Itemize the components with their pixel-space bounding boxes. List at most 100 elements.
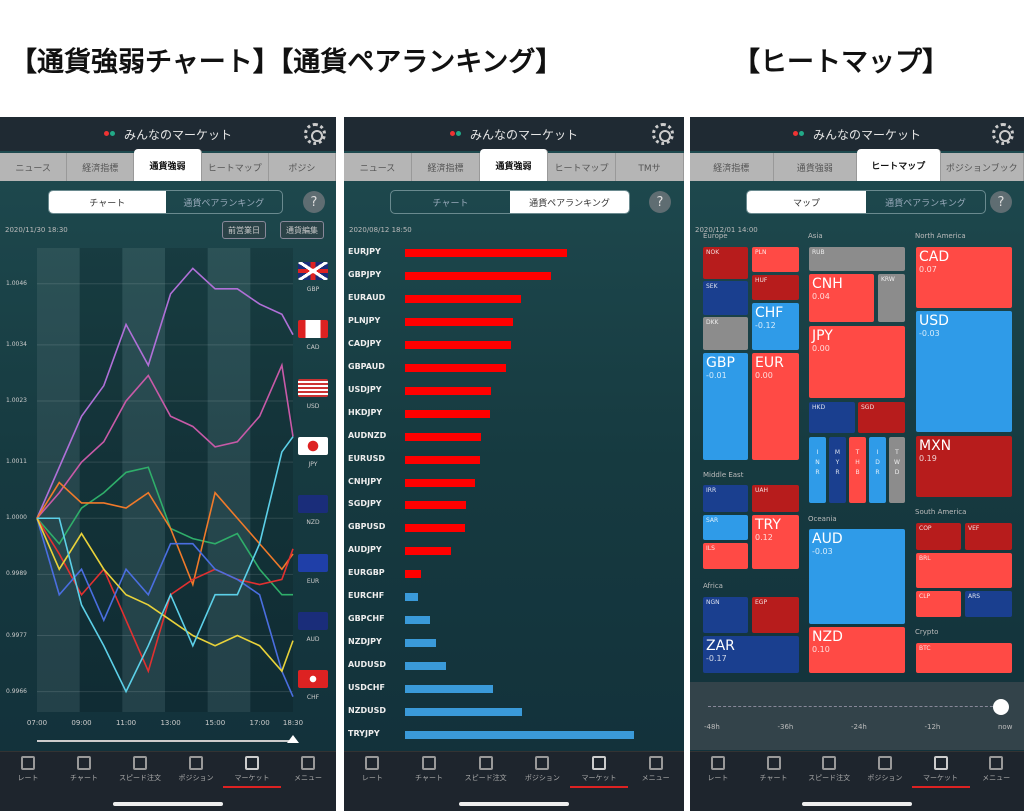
tab-4[interactable]: TMサ	[616, 153, 684, 181]
tab-2[interactable]: ヒートマップ	[857, 149, 941, 181]
market-icon	[592, 756, 606, 770]
nav-position[interactable]: ポジション	[171, 756, 221, 783]
heatmap-tile-ars[interactable]: ARS	[965, 591, 1012, 617]
gear-icon[interactable]	[992, 123, 1014, 145]
nav-market[interactable]: マーケット	[911, 756, 970, 788]
heatmap-tile-krw[interactable]: KRW	[878, 274, 905, 322]
tab-3[interactable]: ヒートマップ	[202, 153, 269, 181]
nav-market[interactable]: マーケット	[570, 756, 628, 788]
nav-chart[interactable]: チャート	[404, 756, 454, 783]
heatmap-tile-usd[interactable]: USD -0.03	[916, 311, 1012, 432]
heatmap-tile-btc[interactable]: BTC	[916, 643, 1012, 673]
heatmap-tile-nzd[interactable]: NZD 0.10	[809, 627, 905, 673]
pair-label: EURJPY	[348, 247, 381, 256]
tab-4[interactable]: ポジシ	[269, 153, 336, 181]
tab-3[interactable]: ヒートマップ	[548, 153, 616, 181]
nav-position[interactable]: ポジション	[860, 756, 910, 783]
gear-icon[interactable]	[304, 123, 326, 145]
segment-1[interactable]: 通貨ペアランキング	[166, 191, 283, 213]
heatmap-tile-pln[interactable]: PLN	[752, 247, 799, 272]
help-question-icon[interactable]: ?	[990, 191, 1012, 213]
heatmap-tile-ils[interactable]: ILS	[703, 543, 748, 569]
heatmap-tile-hkd[interactable]: HKD	[809, 402, 855, 433]
tab-3[interactable]: ポジションブック	[941, 153, 1024, 181]
heatmap-tile-zar[interactable]: ZAR -0.17	[703, 636, 799, 673]
heatmap-tile-huf[interactable]: HUF	[752, 275, 799, 300]
nav-rate[interactable]: レート	[3, 756, 53, 783]
nav-menu[interactable]: メニュー	[631, 756, 681, 783]
nav-speed-order[interactable]: スピード注文	[804, 756, 854, 783]
heatmap-tile-inr[interactable]: INR	[809, 437, 826, 503]
segment-0[interactable]: マップ	[747, 191, 866, 213]
heatmap-tile-cnh[interactable]: CNH 0.04	[809, 274, 874, 322]
tab-0[interactable]: ニュース	[344, 153, 412, 181]
flag-jpy-icon	[298, 436, 328, 455]
edit-currency-button[interactable]: 通貨編集	[280, 221, 324, 239]
tile-value: 0.12	[755, 533, 773, 542]
time-range-slider[interactable]	[37, 740, 293, 742]
heatmap-tile-jpy[interactable]: JPY 0.00	[809, 326, 905, 398]
help-question-icon[interactable]: ?	[303, 191, 325, 213]
slider-knob[interactable]	[993, 699, 1009, 715]
tab-1[interactable]: 経済指標	[67, 153, 135, 181]
nav-rate[interactable]: レート	[347, 756, 397, 783]
tile-value: 0.07	[919, 265, 937, 274]
heatmap-tile-dkk[interactable]: DKK	[703, 317, 748, 350]
heatmap-tile-sek[interactable]: SEK	[703, 281, 748, 315]
heatmap-tile-idr[interactable]: IDR	[869, 437, 886, 503]
nav-position[interactable]: ポジション	[517, 756, 567, 783]
chart-icon	[77, 756, 91, 770]
nav-speed-order[interactable]: スピード注文	[461, 756, 511, 783]
heatmap-tile-chf[interactable]: CHF -0.12	[752, 303, 799, 350]
nav-chart[interactable]: チャート	[749, 756, 799, 783]
nav-market[interactable]: マーケット	[223, 756, 281, 788]
heatmap-tile-cop[interactable]: COP	[916, 523, 961, 550]
tab-1[interactable]: 通貨強弱	[774, 153, 857, 181]
nav-chart[interactable]: チャート	[59, 756, 109, 783]
heatmap-tile-myr[interactable]: MYR	[829, 437, 846, 503]
tab-0[interactable]: ニュース	[0, 153, 68, 181]
help-question-icon[interactable]: ?	[649, 191, 671, 213]
heatmap-tile-aud[interactable]: AUD -0.03	[809, 529, 905, 624]
heatmap-tile-cad[interactable]: CAD 0.07	[916, 247, 1012, 308]
tab-2[interactable]: 通貨強弱	[134, 149, 202, 181]
heatmap-tile-thb[interactable]: THB	[849, 437, 866, 503]
heatmap-tile-sgd[interactable]: SGD	[858, 402, 905, 433]
nav-menu[interactable]: メニュー	[971, 756, 1021, 783]
slider-handle[interactable]	[287, 735, 299, 743]
slider-track[interactable]	[708, 706, 1003, 707]
prev-day-button[interactable]: 前営業日	[222, 221, 266, 239]
tab-0[interactable]: 経済指標	[690, 153, 774, 181]
segment-0[interactable]: チャート	[49, 191, 166, 213]
heatmap-tile-clp[interactable]: CLP	[916, 591, 961, 617]
heatmap-tile-twd[interactable]: TWD	[889, 437, 905, 503]
segmented-control: マップ 通貨ペアランキング	[746, 190, 986, 214]
heatmap-tile-eur[interactable]: EUR 0.00	[752, 353, 799, 460]
tab-1[interactable]: 経済指標	[412, 153, 480, 181]
heatmap-tile-rub[interactable]: RUB	[809, 247, 905, 271]
nav-rate[interactable]: レート	[693, 756, 743, 783]
gear-icon[interactable]	[652, 123, 674, 145]
heatmap-tile-irr[interactable]: IRR	[703, 485, 748, 512]
region-label-south-america: South America	[915, 508, 967, 516]
nav-speed-order[interactable]: スピード注文	[115, 756, 165, 783]
rate-icon	[710, 756, 725, 770]
segment-1[interactable]: 通貨ペアランキング	[510, 191, 629, 213]
tile-value: 0.00	[755, 371, 773, 380]
heatmap-tile-brl[interactable]: BRL	[916, 553, 1012, 588]
tab-2[interactable]: 通貨強弱	[480, 149, 548, 181]
heatmap-tile-sar[interactable]: SAR	[703, 515, 748, 540]
heatmap-tile-ngn[interactable]: NGN	[703, 597, 748, 633]
heatmap-tile-nok[interactable]: NOK	[703, 247, 748, 279]
heatmap-tile-gbp[interactable]: GBP -0.01	[703, 353, 748, 460]
heatmap-tile-uah[interactable]: UAH	[752, 485, 799, 512]
heatmap-tile-try[interactable]: TRY 0.12	[752, 515, 799, 569]
segment-0[interactable]: チャート	[391, 191, 510, 213]
heatmap-tile-mxn[interactable]: MXN 0.19	[916, 436, 1012, 497]
heatmap-tile-vef[interactable]: VEF	[965, 523, 1012, 550]
nav-menu[interactable]: メニュー	[283, 756, 333, 783]
heatmap-time-slider[interactable]	[690, 682, 1024, 750]
tile-code: HKD	[812, 404, 826, 411]
heatmap-tile-egp[interactable]: EGP	[752, 597, 799, 633]
segment-1[interactable]: 通貨ペアランキング	[866, 191, 985, 213]
